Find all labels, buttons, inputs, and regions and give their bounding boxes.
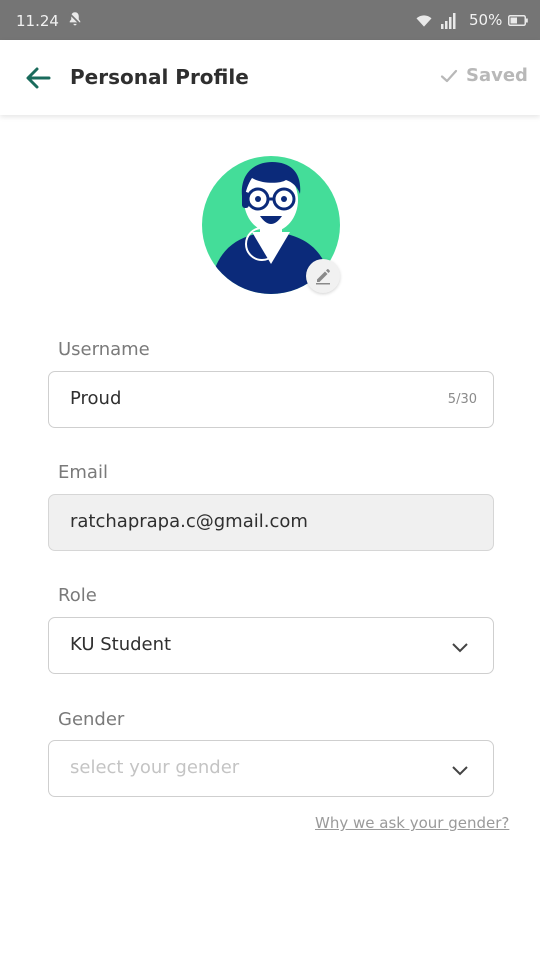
username-input[interactable]: Proud 5/30 [48, 371, 494, 428]
chevron-down-icon [452, 643, 468, 653]
app-bar: Personal Profile Saved [0, 40, 540, 115]
role-value: KU Student [70, 634, 172, 655]
edit-avatar-button[interactable] [306, 259, 340, 293]
check-icon [440, 69, 458, 82]
gender-placeholder: select your gender [70, 757, 240, 778]
saved-label: Saved [466, 65, 528, 86]
gender-select[interactable]: select your gender [48, 740, 494, 797]
email-label: Email [58, 462, 108, 483]
battery-percentage: 50% [469, 11, 503, 29]
username-label: Username [58, 339, 150, 360]
gender-help-link[interactable]: Why we ask your gender? [315, 814, 509, 832]
username-value: Proud [70, 388, 122, 409]
wifi-icon [416, 15, 432, 27]
chevron-down-icon [452, 766, 468, 776]
email-value: ratchaprapa.c@gmail.com [70, 511, 308, 532]
bell-muted-icon [68, 12, 82, 26]
status-bar: 11.24 50% [0, 0, 540, 40]
signal-icon [441, 13, 456, 29]
gender-label: Gender [58, 709, 125, 730]
username-char-counter: 5/30 [447, 392, 477, 407]
role-label: Role [58, 585, 97, 606]
email-field: ratchaprapa.c@gmail.com [48, 494, 494, 551]
status-time: 11.24 [16, 12, 59, 30]
page-title: Personal Profile [70, 65, 249, 89]
role-select[interactable]: KU Student [48, 617, 494, 674]
arrow-left-icon[interactable] [24, 64, 52, 92]
battery-icon [508, 15, 528, 26]
pencil-icon [316, 269, 330, 285]
profile-avatar[interactable] [202, 156, 340, 294]
saved-status: Saved [440, 65, 528, 86]
